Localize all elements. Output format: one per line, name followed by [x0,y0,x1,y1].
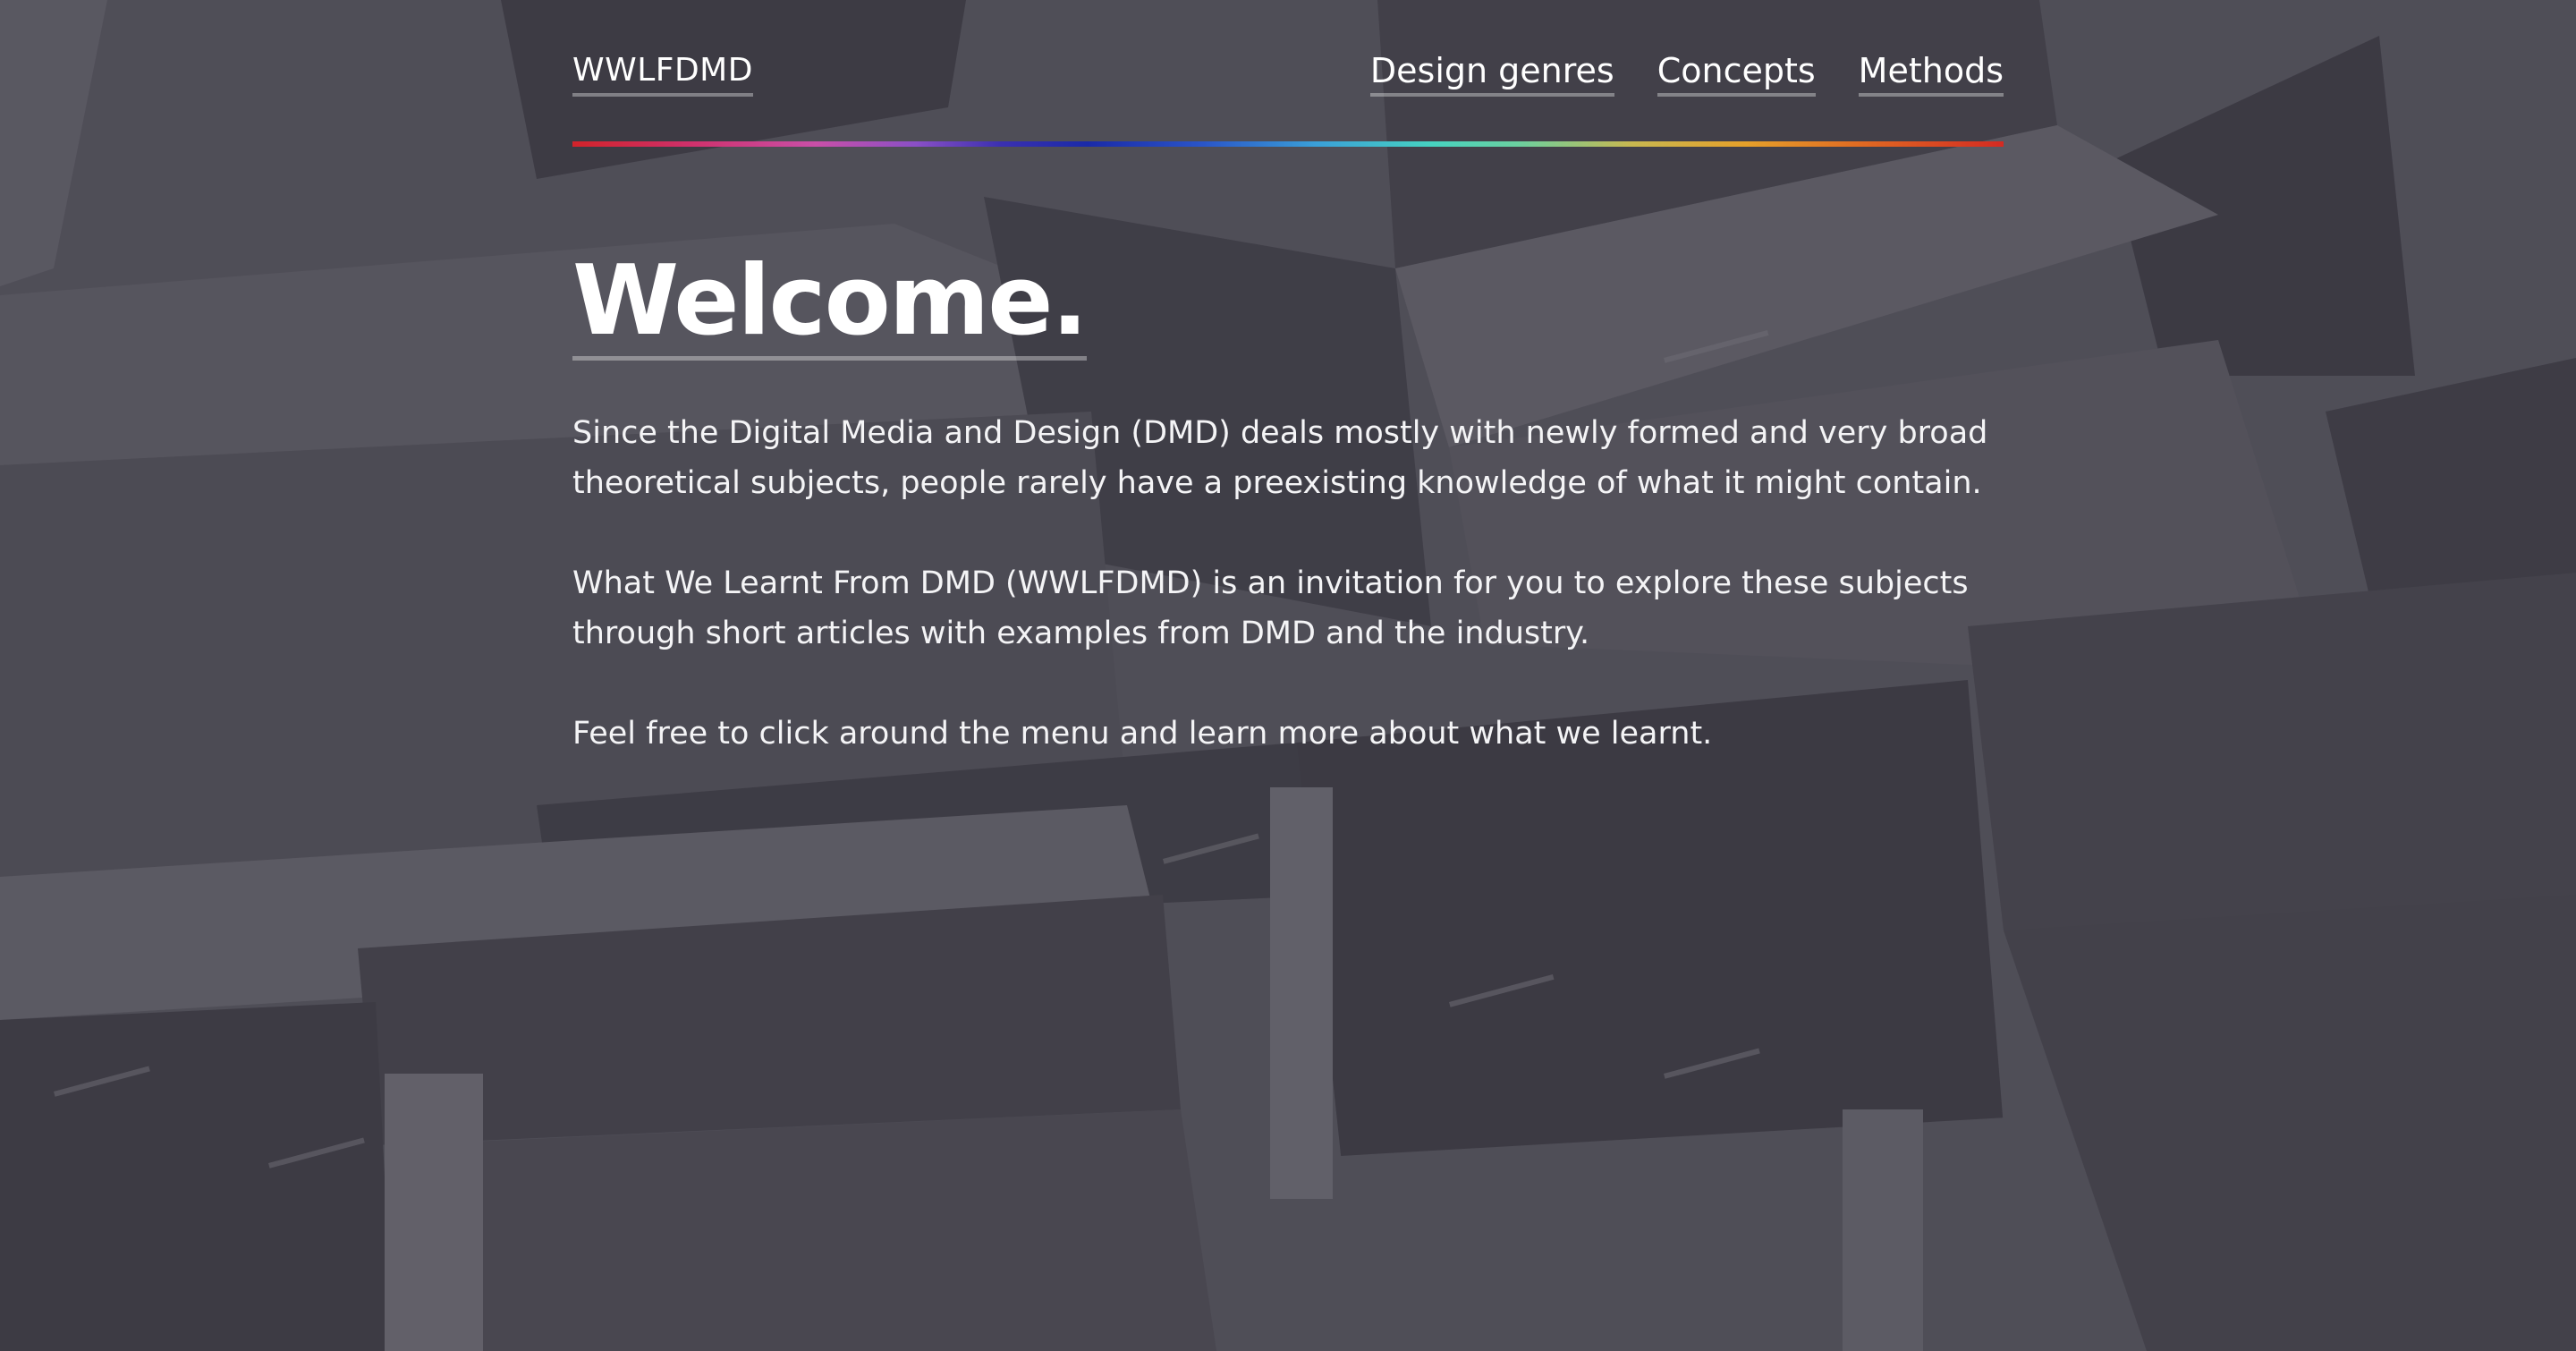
intro-paragraph-2: What We Learnt From DMD (WWLFDMD) is an … [572,565,1969,651]
intro-paragraph-3: Feel free to click around the menu and l… [572,716,1713,752]
nav-item-design-genres[interactable]: Design genres [1369,48,1614,97]
page-container: WWLFDMD Design genres Concepts Methods W… [572,0,2004,752]
main-nav: Design genres Concepts Methods [1369,48,2004,97]
intro-paragraph-1: Since the Digital Media and Design (DMD)… [572,415,1988,501]
site-header: WWLFDMD Design genres Concepts Methods [572,0,2004,147]
site-logo-link[interactable]: WWLFDMD [572,48,753,97]
intro-content: Since the Digital Media and Design (DMD)… [572,408,2004,809]
page-title: Welcome. [572,251,1089,361]
nav-item-concepts[interactable]: Concepts [1657,48,1816,97]
nav-item-methods[interactable]: Methods [1858,48,2004,97]
rainbow-divider [572,141,2004,147]
